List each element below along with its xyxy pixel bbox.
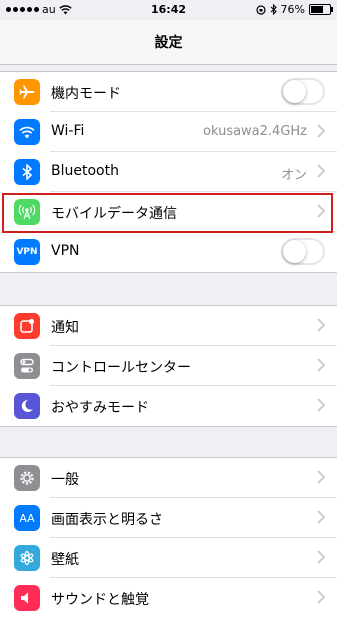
airplane-mode-toggle[interactable] (281, 78, 325, 105)
settings-row-airplane-mode[interactable]: 機内モード (0, 72, 337, 112)
settings-row-label: 画面表示と明るさ (51, 512, 163, 528)
settings-row-vpn[interactable]: VPN VPN (0, 232, 337, 272)
settings-row-control-center[interactable]: コントロールセンター (0, 346, 337, 386)
wallpaper-icon (14, 545, 40, 571)
status-right: 76% (255, 3, 333, 16)
settings-row-label: おやすみモード (51, 400, 149, 416)
wifi-icon (14, 119, 40, 145)
page-title: 設定 (154, 35, 183, 51)
status-bar: au 16:42 76% (0, 0, 337, 20)
control-center-icon (14, 353, 40, 379)
settings-group-general: 一般 AA 画面表示と明るさ 壁紙 サウンドと触覚 (0, 457, 337, 618)
settings-row-label: Wi-Fi (51, 123, 85, 139)
chevron-right-icon (317, 164, 325, 178)
airplane-icon (14, 79, 40, 105)
settings-row-label: 一般 (51, 472, 79, 488)
settings-row-general[interactable]: 一般 (0, 458, 337, 498)
battery-percent: 76% (280, 3, 305, 16)
orientation-lock-icon (255, 4, 266, 15)
cellular-icon (14, 199, 40, 225)
settings-row-wifi[interactable]: Wi-Fi okusawa2.4GHz (0, 112, 337, 152)
settings-row-label: 機内モード (51, 86, 121, 102)
notifications-icon (14, 313, 40, 339)
settings-row-display-brightness[interactable]: AA 画面表示と明るさ (0, 498, 337, 538)
gear-icon (14, 465, 40, 491)
settings-group-connectivity: 機内モード Wi-Fi okusawa2.4GHz Bluetooth オン モ… (0, 71, 337, 273)
settings-row-label: モバイルデータ通信 (51, 206, 177, 222)
battery-icon (309, 4, 333, 15)
chevron-right-icon (317, 124, 325, 138)
settings-row-sounds[interactable]: サウンドと触覚 (0, 578, 337, 618)
settings-row-do-not-disturb[interactable]: おやすみモード (0, 386, 337, 426)
vpn-icon: VPN (14, 239, 40, 265)
settings-row-label: 壁紙 (51, 552, 79, 568)
settings-row-value: オン (280, 168, 307, 183)
bluetooth-status-icon (270, 4, 277, 15)
chevron-right-icon (317, 510, 325, 524)
settings-row-bluetooth[interactable]: Bluetooth オン (0, 152, 337, 192)
chevron-right-icon (317, 470, 325, 484)
settings-group-notifications: 通知 コントロールセンター おやすみモード (0, 305, 337, 427)
settings-row-label: VPN (51, 243, 80, 259)
settings-row-mobile-data[interactable]: モバイルデータ通信 (0, 192, 337, 232)
chevron-right-icon (317, 550, 325, 564)
settings-row-value: okusawa2.4GHz (202, 124, 307, 139)
display-brightness-icon: AA (14, 505, 40, 531)
navigation-bar: 設定 (0, 20, 337, 65)
chevron-right-icon (317, 590, 325, 604)
settings-row-label: Bluetooth (51, 163, 119, 179)
chevron-right-icon (317, 398, 325, 412)
chevron-right-icon (317, 358, 325, 372)
settings-row-label: 通知 (51, 320, 79, 336)
chevron-right-icon (317, 318, 325, 332)
chevron-right-icon (317, 204, 325, 218)
settings-row-notifications[interactable]: 通知 (0, 306, 337, 346)
settings-row-wallpaper[interactable]: 壁紙 (0, 538, 337, 578)
sounds-icon (14, 585, 40, 611)
settings-row-label: サウンドと触覚 (51, 592, 149, 608)
vpn-toggle[interactable] (281, 238, 325, 265)
bluetooth-icon (14, 159, 40, 185)
moon-icon (14, 393, 40, 419)
settings-row-label: コントロールセンター (51, 360, 191, 376)
